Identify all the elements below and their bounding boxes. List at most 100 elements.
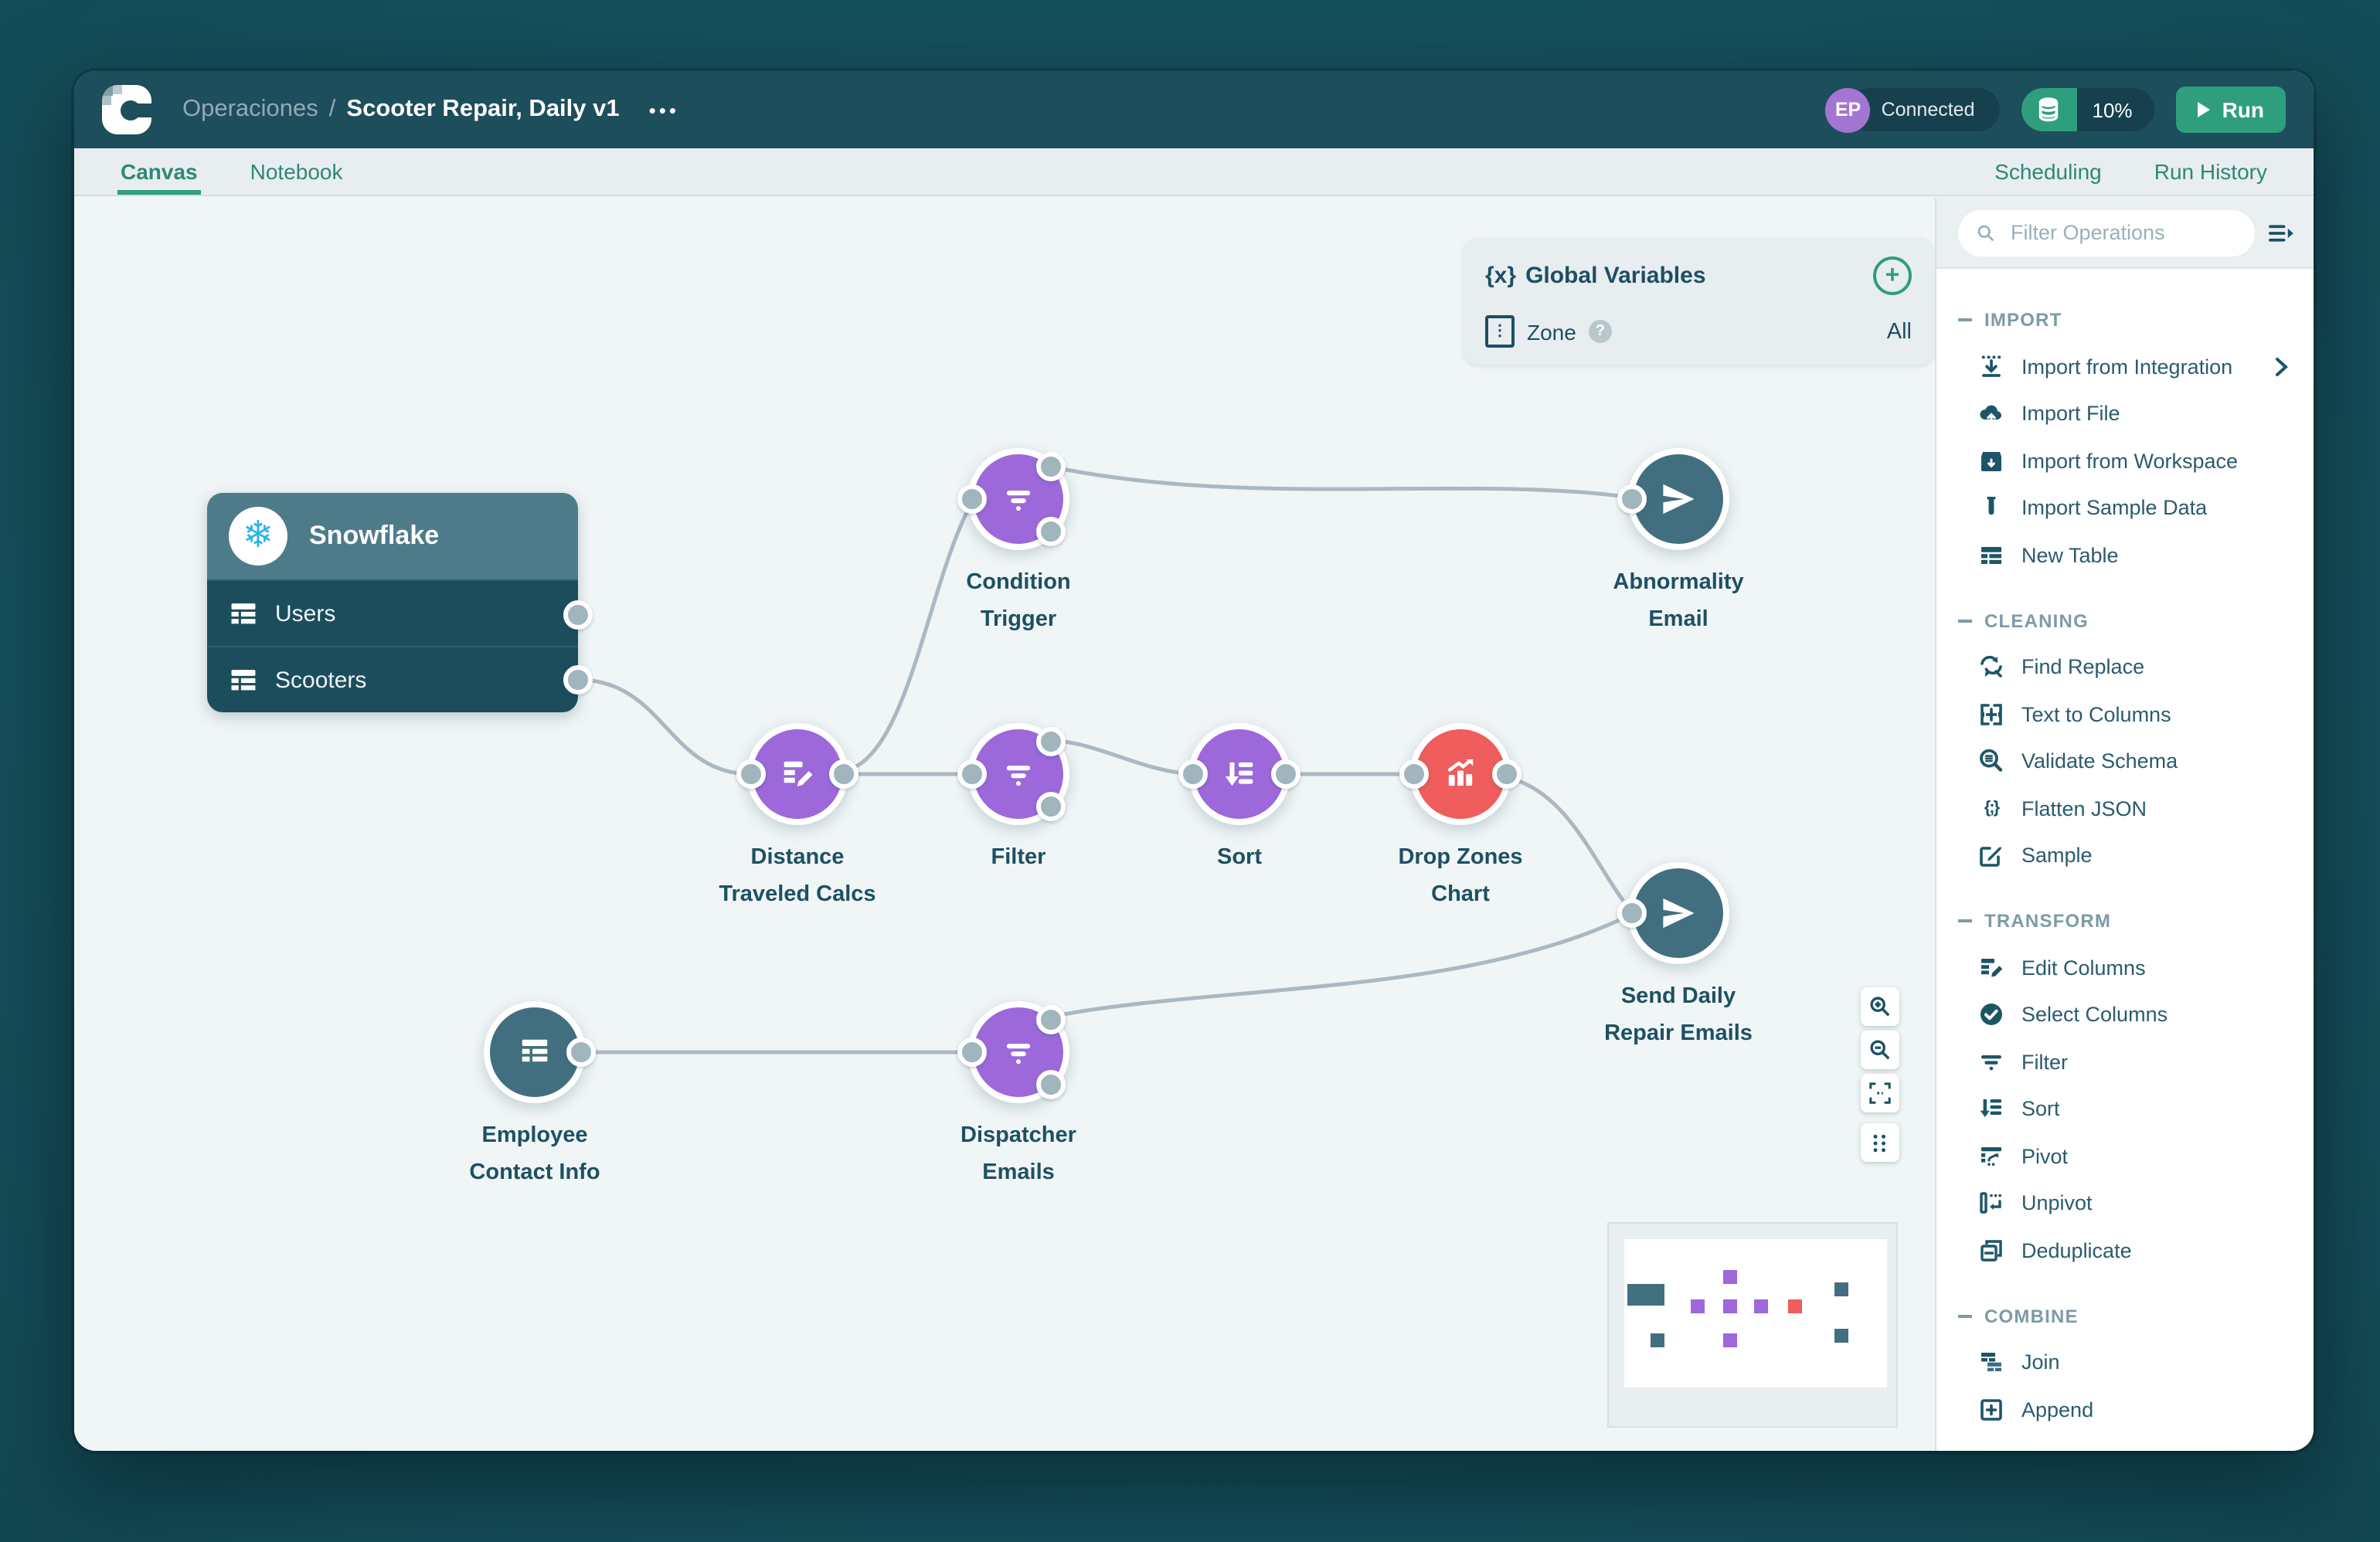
add-variable-button[interactable]: +: [1873, 256, 1912, 295]
filter-operations-input[interactable]: [2008, 219, 2236, 246]
collapse-panel-icon[interactable]: [2267, 222, 2295, 243]
op-select-columns[interactable]: Select Columns: [1936, 991, 2314, 1038]
section-toggle[interactable]: CLEANING: [1936, 597, 2314, 644]
variable-value[interactable]: All: [1887, 319, 1912, 344]
run-button[interactable]: Run: [2176, 87, 2286, 133]
op-text-to-columns[interactable]: Text to Columns: [1936, 691, 2314, 738]
filter-lines-icon: [1978, 1049, 2004, 1075]
breadcrumb-flow-name: Scooter Repair, Daily v1: [346, 96, 619, 124]
zoom-out-button[interactable]: [1861, 1031, 1899, 1069]
snowflake-source-block[interactable]: ❄ Snowflake Users Scooters: [207, 493, 578, 712]
app-logo-icon[interactable]: [102, 85, 151, 134]
op-append[interactable]: Append: [1936, 1386, 2314, 1433]
help-icon[interactable]: ?: [1589, 320, 1612, 343]
search-pill[interactable]: [1958, 209, 2255, 256]
port-dispatcher-out-top[interactable]: [1036, 1005, 1066, 1034]
op-filter[interactable]: Filter: [1936, 1038, 2314, 1085]
port-employee-out[interactable]: [566, 1038, 596, 1067]
op-sort[interactable]: Sort: [1936, 1085, 2314, 1133]
minimap-node: [1723, 1333, 1737, 1347]
link-run-history[interactable]: Run History: [2154, 159, 2267, 184]
dedupe-squares-icon: [1978, 1238, 2004, 1264]
fit-view-button[interactable]: [1861, 1074, 1899, 1112]
variable-row-zone[interactable]: ⋮ Zone ? All: [1485, 315, 1912, 348]
port-send-in[interactable]: [1617, 898, 1647, 928]
breadcrumb-workspace[interactable]: Operaciones: [182, 96, 318, 124]
op-sample[interactable]: Sample: [1936, 832, 2314, 879]
collapse-dash-icon: [1958, 919, 1972, 922]
port-dispatcher-out-bottom[interactable]: [1036, 1070, 1066, 1099]
op-edit-columns[interactable]: Edit Columns: [1936, 944, 2314, 991]
port-dropzones-in[interactable]: [1399, 759, 1429, 789]
chevron-right-icon: [2275, 357, 2289, 377]
flow-canvas[interactable]: ❄ Snowflake Users Scooters: [74, 198, 1935, 1451]
op-unpivot[interactable]: Unpivot: [1936, 1180, 2314, 1227]
op-validate-schema[interactable]: Validate Schema: [1936, 738, 2314, 785]
usage-meter[interactable]: 10%: [2021, 88, 2154, 131]
section-toggle[interactable]: IMPORT: [1936, 297, 2314, 343]
port-distance-in[interactable]: [736, 759, 766, 789]
puzzle-icon: [1978, 1444, 2004, 1447]
send-icon: [1657, 892, 1700, 935]
op-deduplicate[interactable]: Deduplicate: [1936, 1227, 2314, 1274]
port-filter-out-top[interactable]: [1036, 727, 1066, 756]
section-combine: COMBINE Join Append: [1936, 1292, 2314, 1446]
breadcrumb: Operaciones / Scooter Repair, Daily v1 •…: [182, 96, 679, 124]
op-pivot[interactable]: Pivot: [1936, 1133, 2314, 1180]
braces-icon: {;}: [1978, 796, 2004, 822]
port-abnormality-in[interactable]: [1617, 484, 1647, 514]
op-fuzzy-join[interactable]: Fuzzy Join: [1936, 1433, 2314, 1446]
port-filter-in[interactable]: [957, 759, 987, 789]
global-variables-panel: {x} Global Variables + ⋮ Zone ? All: [1464, 238, 1933, 365]
node-label: Send DailyRepair Emails: [1547, 978, 1810, 1052]
op-import-sample-data[interactable]: Import Sample Data: [1936, 484, 2314, 532]
play-icon: [2198, 102, 2210, 117]
snowflake-table-users[interactable]: Users: [207, 579, 578, 646]
op-flatten-json[interactable]: {;} Flatten JSON: [1936, 785, 2314, 832]
find-replace-icon: [1978, 654, 2004, 681]
section-cleaning: CLEANING Find Replace: [1936, 597, 2314, 885]
port-users-out[interactable]: [563, 600, 593, 630]
filter-icon: [998, 479, 1039, 519]
op-find-replace[interactable]: Find Replace: [1936, 644, 2314, 691]
sample-pen-icon: [1978, 843, 2004, 869]
more-options-button[interactable]: •••: [649, 98, 679, 121]
op-import-file[interactable]: Import File: [1936, 390, 2314, 437]
port-dispatcher-in[interactable]: [957, 1038, 987, 1067]
section-toggle[interactable]: COMBINE: [1936, 1292, 2314, 1339]
op-join[interactable]: Join: [1936, 1339, 2314, 1386]
port-condition-out-bottom[interactable]: [1036, 517, 1066, 546]
snowflake-icon: ❄: [229, 507, 287, 566]
edit-columns-icon: [777, 754, 818, 794]
usage-percent: 10%: [2077, 88, 2154, 131]
op-new-table[interactable]: New Table: [1936, 532, 2314, 579]
table-icon: [229, 667, 258, 693]
op-import-from-workspace[interactable]: Import from Workspace: [1936, 437, 2314, 484]
send-icon: [1657, 477, 1700, 521]
breadcrumb-separator: /: [329, 96, 336, 124]
port-condition-out-top[interactable]: [1036, 452, 1066, 481]
port-condition-in[interactable]: [957, 484, 987, 514]
op-import-from-integration[interactable]: Import from Integration: [1936, 343, 2314, 390]
section-toggle[interactable]: TRANSFORM: [1936, 898, 2314, 944]
tab-notebook[interactable]: Notebook: [250, 148, 343, 195]
snowflake-header[interactable]: ❄ Snowflake: [207, 493, 578, 579]
port-filter-out-bottom[interactable]: [1036, 792, 1066, 821]
section-transform: TRANSFORM Edit Columns Select C: [1936, 898, 2314, 1280]
tab-canvas[interactable]: Canvas: [121, 148, 198, 195]
minimap[interactable]: [1607, 1222, 1898, 1428]
snowflake-table-scooters[interactable]: Scooters: [207, 646, 578, 712]
port-scooters-out[interactable]: [563, 665, 593, 695]
sort-arrow-icon: [1978, 1096, 2004, 1123]
port-sort-out[interactable]: [1271, 759, 1300, 789]
port-distance-out[interactable]: [829, 759, 858, 789]
table-icon: [229, 600, 258, 627]
app-window: Operaciones / Scooter Repair, Daily v1 •…: [74, 71, 2314, 1451]
filter-icon: [998, 754, 1039, 794]
minimap-node: [1723, 1270, 1737, 1284]
grid-toggle-button[interactable]: [1861, 1123, 1899, 1162]
link-scheduling[interactable]: Scheduling: [1994, 159, 2102, 184]
zoom-in-button[interactable]: [1861, 987, 1899, 1026]
port-dropzones-out[interactable]: [1492, 759, 1522, 789]
port-sort-in[interactable]: [1178, 759, 1208, 789]
